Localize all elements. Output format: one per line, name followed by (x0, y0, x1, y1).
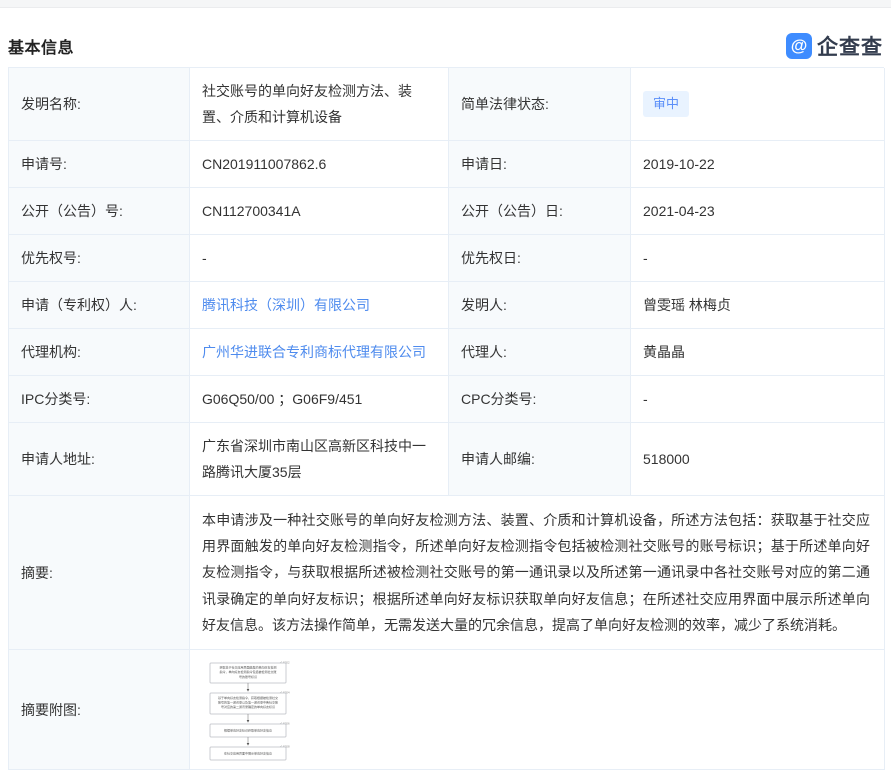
publication-no-value: CN112700341A (190, 188, 449, 235)
top-strip (0, 0, 891, 8)
application-no-label: 申请号: (9, 141, 190, 188)
ipc-value: G06Q50/00 ；G06F9/451 (190, 376, 449, 423)
qichacha-logo-text: 企查查 (817, 36, 883, 59)
agency-link[interactable]: 广州华进联合专利商标代理有限公司 (202, 339, 426, 365)
svg-text:号对应的第二通讯录确定的单向好友标识: 号对应的第二通讯录确定的单向好友标识 (221, 704, 275, 709)
agency-cell: 广州华进联合专利商标代理有限公司 (190, 329, 449, 376)
priority-date-value: - (631, 235, 885, 282)
publication-date-value: 2021-04-23 (631, 188, 885, 235)
legal-status-label: 简单法律状态: (449, 68, 631, 141)
qichacha-logo: @ 企查查 (786, 31, 883, 61)
abstract-text: 本申请涉及一种社交账号的单向好友检测方法、装置、介质和计算机设备，所述方法包括：… (190, 496, 885, 651)
priority-date-label: 优先权日: (449, 235, 631, 282)
abstract-figure-thumbnail[interactable]: S202 获取基于社交应用界面触发的单向好友检测 指令，单向好友检测指令包括被检… (198, 660, 300, 761)
abstract-label: 摘要: (9, 496, 190, 651)
svg-text:在社交应用界面中展示单向好友信息: 在社交应用界面中展示单向好友信息 (224, 751, 272, 756)
applicant-link[interactable]: 腾讯科技（深圳）有限公司 (202, 292, 370, 318)
applicant-label: 申请（专利权）人: (9, 282, 190, 329)
svg-text:根据单向好友标识获取单向好友信息: 根据单向好友标识获取单向好友信息 (224, 728, 272, 733)
application-date-label: 申请日: (449, 141, 631, 188)
svg-text:基于单向好友检测指令，获取根据被检测社交: 基于单向好友检测指令，获取根据被检测社交 (218, 695, 278, 700)
svg-text:号的账号标识: 号的账号标识 (239, 674, 257, 679)
svg-text:指令，单向好友检测指令包括被检测社交账: 指令，单向好友检测指令包括被检测社交账 (219, 669, 276, 674)
invention-name-label: 发明名称: (9, 68, 190, 141)
patent-basic-info-table: 发明名称: 社交账号的单向好友检测方法、装置、介质和计算机设备 简单法律状态: … (8, 67, 885, 770)
applicant-zip-value: 518000 (631, 423, 885, 496)
qichacha-logo-icon: @ (786, 33, 812, 59)
section-header: 基本信息 @ 企查查 (8, 33, 883, 59)
page-title: 基本信息 (8, 40, 75, 57)
status-badge: 审中 (643, 91, 690, 117)
svg-text:获取基于社交应用界面触发的单向好友检测: 获取基于社交应用界面触发的单向好友检测 (219, 665, 276, 670)
ipc-label: IPC分类号: (9, 376, 190, 423)
application-date-value: 2019-10-22 (631, 141, 885, 188)
applicant-address-label: 申请人地址: (9, 423, 190, 496)
applicant-cell: 腾讯科技（深圳）有限公司 (190, 282, 449, 329)
abstract-figure-label: 摘要附图: (9, 650, 190, 770)
cpc-label: CPC分类号: (449, 376, 631, 423)
application-no-value: CN201911007862.6 (190, 141, 449, 188)
svg-text:账号的第一通讯录以及第一通讯录中各社交账: 账号的第一通讯录以及第一通讯录中各社交账 (218, 699, 278, 704)
applicant-zip-label: 申请人邮编: (449, 423, 631, 496)
agency-label: 代理机构: (9, 329, 190, 376)
inventors-value: 曾雯瑶 林梅贞 (631, 282, 885, 329)
invention-name-value: 社交账号的单向好友检测方法、装置、介质和计算机设备 (190, 68, 449, 141)
cpc-value: - (631, 376, 885, 423)
inventors-label: 发明人: (449, 282, 631, 329)
applicant-address-value: 广东省深圳市南山区高新区科技中一路腾讯大厦35层 (190, 423, 449, 496)
publication-date-label: 公开（公告）日: (449, 188, 631, 235)
agent-value: 黄晶晶 (631, 329, 885, 376)
priority-no-label: 优先权号: (9, 235, 190, 282)
legal-status-cell: 审中 (631, 68, 885, 141)
priority-no-value: - (190, 235, 449, 282)
publication-no-label: 公开（公告）号: (9, 188, 190, 235)
abstract-figure-cell: S202 获取基于社交应用界面触发的单向好友检测 指令，单向好友检测指令包括被检… (190, 650, 885, 770)
agent-label: 代理人: (449, 329, 631, 376)
